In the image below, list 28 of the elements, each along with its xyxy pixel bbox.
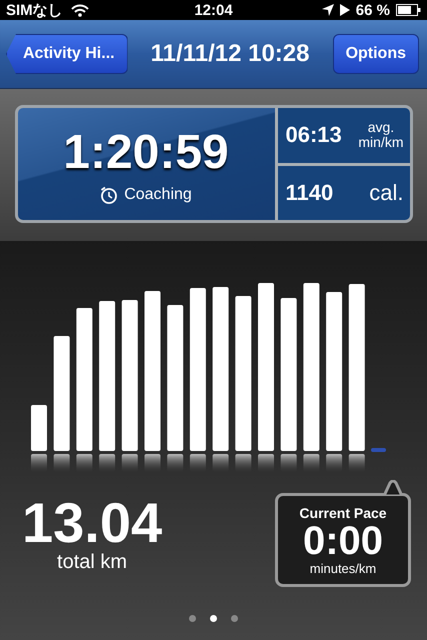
location-arrow-icon bbox=[322, 4, 334, 16]
play-icon bbox=[340, 4, 350, 16]
current-pace-title: Current Pace bbox=[299, 504, 387, 520]
distance-unit: total km bbox=[57, 550, 128, 574]
page-dot[interactable] bbox=[189, 615, 196, 622]
clock-label: 12:04 bbox=[194, 2, 233, 18]
battery-icon bbox=[396, 4, 421, 16]
page-dot[interactable] bbox=[210, 615, 217, 622]
page-dot[interactable] bbox=[231, 615, 238, 622]
pace-unit-label: avg. bbox=[368, 120, 394, 136]
pace-unit-label: min/km bbox=[358, 135, 404, 151]
back-button[interactable]: Activity Hi... bbox=[6, 34, 128, 74]
pace-value: 06:13 bbox=[286, 122, 342, 148]
chart-bar bbox=[31, 405, 47, 451]
current-pace-value: 0:00 bbox=[302, 520, 384, 560]
coaching-label: Coaching bbox=[124, 186, 192, 204]
calories-value: 1140 bbox=[286, 180, 334, 206]
distance-value: 13.04 bbox=[22, 494, 162, 550]
current-bar-marker bbox=[371, 448, 386, 452]
current-pace-unit: minutes/km bbox=[310, 560, 376, 576]
stopwatch-icon bbox=[100, 186, 118, 204]
wifi-icon bbox=[70, 4, 89, 16]
duration-value: 1:20:59 bbox=[63, 124, 229, 180]
nav-title: 11/11/12 10:28 bbox=[150, 40, 310, 68]
battery-percent: 66 % bbox=[356, 2, 390, 18]
calories-unit: cal. bbox=[369, 180, 404, 206]
options-button[interactable]: Options bbox=[332, 34, 419, 74]
carrier-label: SIMなし bbox=[6, 0, 63, 20]
